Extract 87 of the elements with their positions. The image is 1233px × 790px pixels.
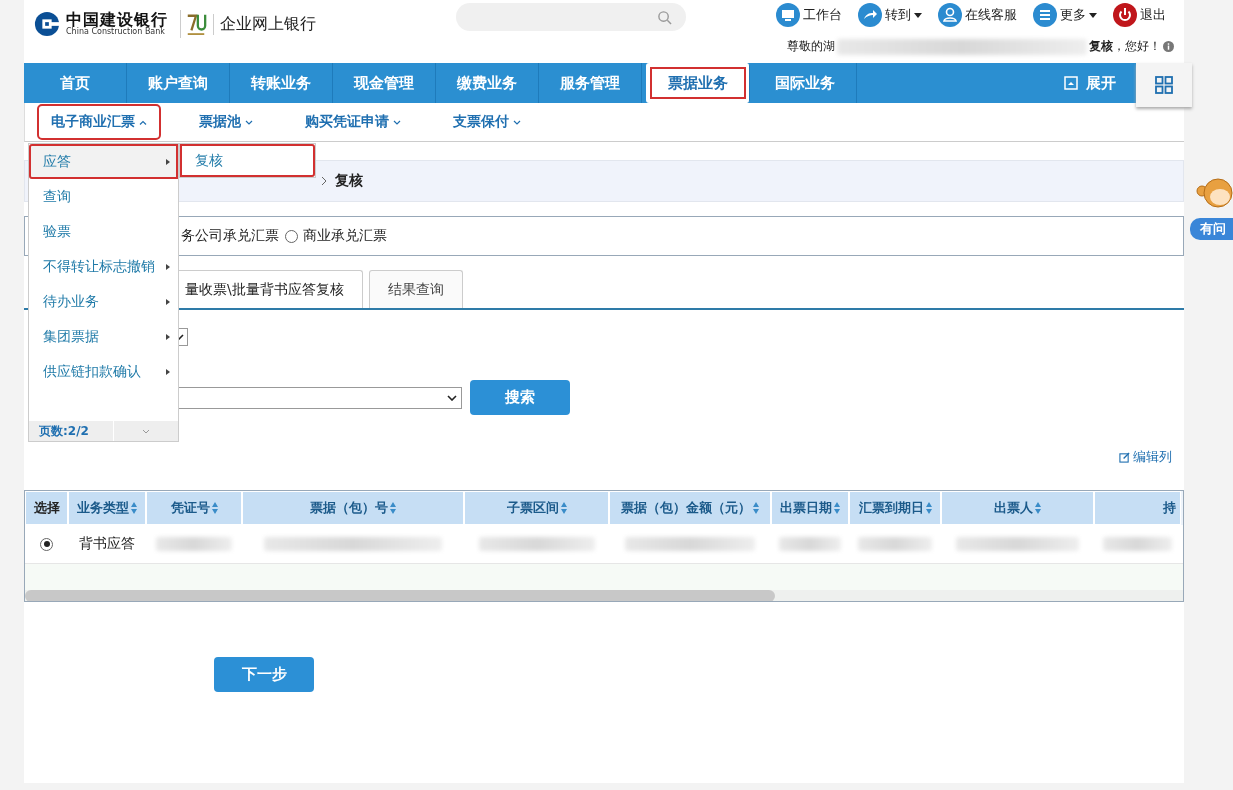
edit-icon [1119,451,1130,463]
top-link[interactable]: 退出 [1113,3,1166,27]
column-header[interactable]: 出票日期 [771,491,849,525]
grid-icon [1155,76,1173,94]
subnav-item[interactable]: 支票保付 [441,106,533,138]
power-icon [1113,3,1137,27]
submenu-arrow-icon [166,158,170,165]
greeting-text: 尊敬的湖 [787,38,835,55]
sort-icon [390,502,396,514]
info-icon [1163,41,1174,52]
sort-icon [560,502,567,514]
bank-logo-icon [34,11,60,37]
submenu-arrow-icon [166,263,170,270]
nav-tab[interactable]: 账户查询 [127,63,230,103]
submenu-arrow-icon [166,333,170,340]
chevron-down-icon [142,428,150,434]
menu-item[interactable]: 验票 [29,214,178,249]
sort-icon [753,502,759,514]
chevron-icon [245,119,253,125]
top-link[interactable]: 更多 [1033,3,1097,27]
sort-icon [925,502,932,514]
nav-tab[interactable]: 服务管理 [539,63,642,103]
list-icon [1033,3,1057,27]
menu-item[interactable]: 查询 [29,179,178,214]
search-icon [657,9,672,25]
column-header[interactable]: 出票人 [941,491,1094,525]
search-button[interactable]: 搜索 [470,380,570,415]
radio-label: 务公司承兑汇票 [181,227,279,245]
redacted-text [778,537,842,551]
column-header[interactable]: 票据（包）金额（元） [609,491,771,525]
collapse-icon [1064,76,1078,90]
nav-tab[interactable]: 现金管理 [333,63,436,103]
next-button[interactable]: 下一步 [214,657,314,692]
top-link[interactable]: 在线客服 [938,3,1017,27]
subnav-item[interactable]: 电子商业汇票 [39,106,159,138]
search-field[interactable] [456,3,686,31]
caret-icon [1089,12,1097,18]
column-header[interactable]: 凭证号 [146,491,242,525]
column-header[interactable]: 票据（包）号 [242,491,464,525]
nav-tab[interactable]: 首页 [24,63,127,103]
sort-icon [211,502,218,514]
menu-item[interactable]: 集团票据 [29,319,178,354]
column-header[interactable]: 汇票到期日 [849,491,941,525]
subnav-item[interactable]: 票据池 [187,106,265,138]
caret-icon [914,12,922,18]
expand-button[interactable]: 展开 [1064,63,1136,103]
top-link[interactable]: 工作台 [776,3,842,27]
column-header[interactable]: 业务类型 [68,491,146,525]
bank-name-english: China Construction Bank [66,28,165,36]
column-header[interactable]: 子票区间 [464,491,609,525]
monitor-icon [776,3,800,27]
app-grid-button[interactable] [1136,63,1192,107]
top-link[interactable]: 转到 [858,3,922,27]
menu-item[interactable]: 供应链扣款确认 [29,354,178,389]
menu-item[interactable]: 应答 [29,144,178,179]
chevron-icon [139,119,147,125]
sort-icon [131,502,137,514]
chevron-right-icon [321,176,327,186]
submenu-arrow-icon [166,368,170,375]
nav-tab[interactable]: 缴费业务 [436,63,539,103]
product-name: 企业网上银行 [213,13,316,35]
subnav-item[interactable]: 购买凭证申请 [293,106,413,138]
page-count: 页数:2/2 [29,421,114,441]
greeting-text: 复核，您好！ [1089,38,1161,55]
submenu-item[interactable]: 复核 [180,144,315,177]
chevron-icon [513,119,521,125]
submenu-arrow-icon [166,298,170,305]
anniversary-logo-icon [180,10,207,38]
nav-tab[interactable]: 国际业务 [754,63,857,103]
redacted-text [1102,537,1173,551]
row-radio[interactable] [40,537,53,551]
sort-icon [1035,502,1041,514]
help-badge[interactable]: 有问 [1190,218,1233,240]
column-header[interactable]: 选择 [25,491,68,525]
nav-tab[interactable]: 票据业务 [646,63,750,103]
column-header[interactable]: 持 [1094,491,1181,525]
scrollbar-thumb[interactable] [25,590,775,601]
user-icon [938,3,962,27]
bank-name: 中国建设银行 [66,12,168,28]
breadcrumb-item: 复核 [335,172,363,190]
sort-icon [834,502,840,514]
tab[interactable]: 结果查询 [368,270,463,308]
table-cell: 背书应答 [79,535,135,553]
radio-option[interactable]: 商业承兑汇票 [285,227,387,245]
nav-tab[interactable]: 转账业务 [230,63,333,103]
edit-columns-link[interactable]: 编辑列 [1119,448,1172,466]
chevron-icon [393,119,401,125]
